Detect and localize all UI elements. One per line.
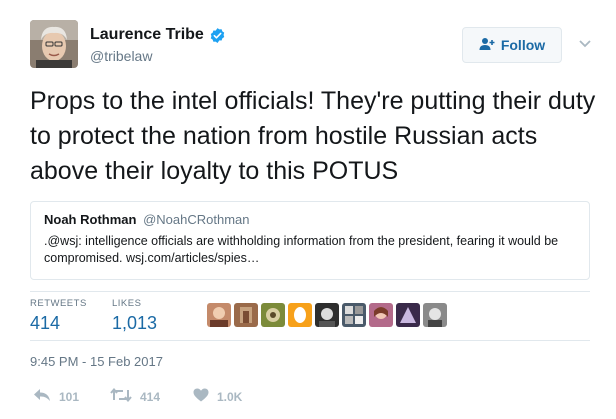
liker-avatar-9[interactable] <box>423 303 447 327</box>
tweet-text: Props to the intel officials! They're pu… <box>30 87 596 185</box>
stats-divider-bottom <box>30 340 590 341</box>
liker-avatar-1[interactable] <box>207 303 231 327</box>
more-options-chevron-down-icon[interactable] <box>578 36 592 54</box>
follow-button[interactable]: Follow <box>462 27 562 63</box>
author-name-row[interactable]: Laurence Tribe <box>90 26 226 44</box>
quoted-tweet[interactable]: Noah Rothman @NoahCRothman .@wsj: intell… <box>30 201 590 280</box>
reply-button[interactable]: 101 <box>33 388 79 405</box>
like-count: 1.0K <box>217 389 243 404</box>
liker-avatar-7[interactable] <box>369 303 393 327</box>
likes-value: 1,013 <box>112 313 158 333</box>
quoted-tweet-header: Noah Rothman @NoahCRothman <box>44 212 576 227</box>
retweet-count: 414 <box>140 389 161 404</box>
liker-avatar-5[interactable] <box>315 303 339 327</box>
author-avatar[interactable] <box>30 20 78 68</box>
liker-avatar-3[interactable] <box>261 303 285 327</box>
liker-avatar-6[interactable] <box>342 303 366 327</box>
liker-avatar-4[interactable] <box>288 303 312 327</box>
author-handle[interactable]: @tribelaw <box>90 48 152 64</box>
retweets-stat[interactable]: RETWEETS 414 <box>30 298 87 334</box>
retweet-icon <box>110 387 132 405</box>
add-user-icon <box>479 37 495 54</box>
heart-icon <box>193 388 209 405</box>
retweets-label: RETWEETS <box>30 298 87 309</box>
liker-avatar-8[interactable] <box>396 303 420 327</box>
likes-stat[interactable]: LIKES 1,013 <box>112 298 157 334</box>
liker-avatars <box>207 303 447 327</box>
reply-count: 101 <box>59 389 80 404</box>
liker-avatar-2[interactable] <box>234 303 258 327</box>
stats-divider-top <box>30 291 590 292</box>
follow-button-label: Follow <box>500 37 546 53</box>
tweet-timestamp[interactable]: 9:45 PM - 15 Feb 2017 <box>30 354 163 369</box>
like-button[interactable]: 1.0K <box>193 388 242 405</box>
retweets-value: 414 <box>30 313 61 333</box>
verified-badge-icon <box>209 27 226 44</box>
retweet-button[interactable]: 414 <box>110 387 161 405</box>
quoted-tweet-author-name: Noah Rothman <box>44 212 137 227</box>
quoted-tweet-author-handle: @NoahCRothman <box>143 212 250 227</box>
likes-label: LIKES <box>112 298 142 309</box>
reply-icon <box>33 388 51 405</box>
author-name[interactable]: Laurence Tribe <box>90 26 204 44</box>
quoted-tweet-text: .@wsj: intelligence officials are withho… <box>44 234 559 265</box>
